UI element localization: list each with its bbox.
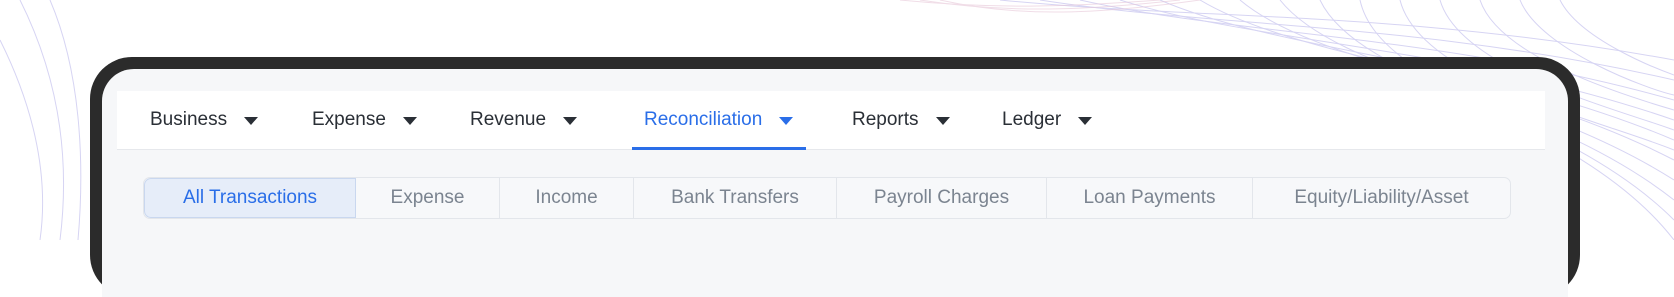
caret-down-icon bbox=[563, 116, 578, 125]
tab-payroll-charges[interactable]: Payroll Charges bbox=[837, 178, 1047, 218]
transaction-filter-tabs: All Transactions Expense Income Bank Tra… bbox=[143, 177, 1511, 219]
caret-down-icon bbox=[779, 116, 794, 125]
tab-loan-payments[interactable]: Loan Payments bbox=[1047, 178, 1253, 218]
nav-ledger[interactable]: Ledger bbox=[1002, 91, 1093, 149]
nav-reconciliation[interactable]: Reconciliation bbox=[631, 91, 807, 150]
nav-label: Ledger bbox=[1002, 109, 1062, 130]
tab-all-transactions[interactable]: All Transactions bbox=[144, 178, 356, 218]
app-screen: Business Expense Revenue Reconciliation … bbox=[102, 69, 1568, 297]
tab-bank-transfers[interactable]: Bank Transfers bbox=[634, 178, 837, 218]
nav-label: Reports bbox=[852, 109, 919, 130]
device-frame: Business Expense Revenue Reconciliation … bbox=[90, 57, 1580, 297]
nav-label: Revenue bbox=[470, 109, 547, 130]
tab-equity-liability-asset[interactable]: Equity/Liability/Asset bbox=[1253, 178, 1510, 218]
nav-business[interactable]: Business bbox=[150, 91, 259, 149]
caret-down-icon bbox=[244, 116, 259, 125]
nav-label: Business bbox=[150, 109, 228, 130]
nav-expense[interactable]: Expense bbox=[312, 91, 417, 149]
caret-down-icon bbox=[935, 116, 950, 125]
nav-label: Expense bbox=[312, 109, 386, 130]
nav-revenue[interactable]: Revenue bbox=[470, 91, 578, 149]
caret-down-icon bbox=[1078, 116, 1093, 125]
nav-reports[interactable]: Reports bbox=[852, 91, 950, 149]
caret-down-icon bbox=[402, 116, 417, 125]
tab-expense[interactable]: Expense bbox=[356, 178, 500, 218]
nav-label: Reconciliation bbox=[644, 109, 763, 130]
top-navigation: Business Expense Revenue Reconciliation … bbox=[117, 91, 1545, 150]
tab-income[interactable]: Income bbox=[500, 178, 634, 218]
